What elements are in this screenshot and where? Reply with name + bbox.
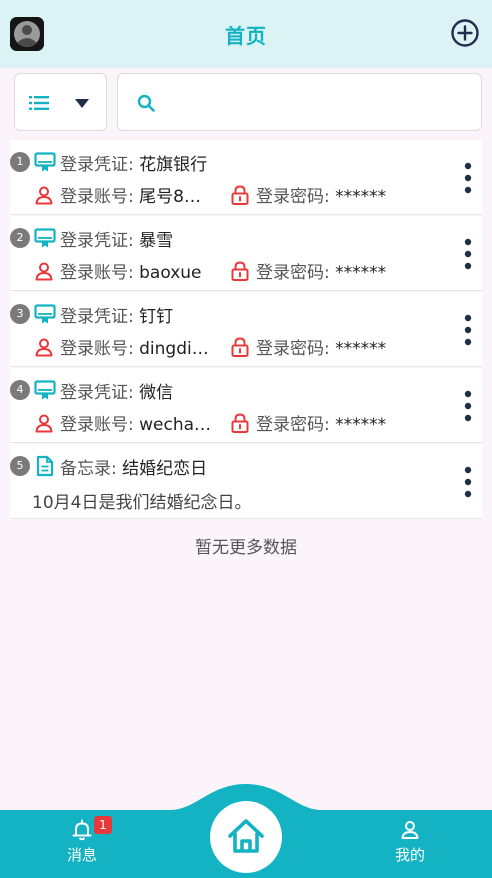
item-index-badge: 4 xyxy=(10,380,30,400)
item-name: 钉钉 xyxy=(139,307,174,327)
credential-card-icon xyxy=(34,228,56,248)
bottom-tab-bar: 1 消息 我的 xyxy=(0,780,492,878)
password-value: ****** xyxy=(335,187,387,207)
more-vertical-icon[interactable] xyxy=(462,466,474,498)
account-label: 登录账号: xyxy=(60,187,134,207)
account-value: 尾号8… xyxy=(139,187,201,207)
item-type-label: 登录凭证: xyxy=(60,155,134,175)
item-name: 花旗银行 xyxy=(139,155,208,175)
list-item[interactable]: 2 登录凭证: 暴雪 登录账号: baoxue 登录密码: ****** xyxy=(10,216,482,291)
user-icon xyxy=(35,414,53,433)
item-name: 暴雪 xyxy=(139,231,174,251)
user-icon xyxy=(35,338,53,357)
item-type-label: 登录凭证: xyxy=(60,383,134,403)
home-button[interactable] xyxy=(210,801,282,873)
account-value: wecha… xyxy=(139,415,212,435)
password-label: 登录密码: xyxy=(256,187,330,207)
item-index-badge: 1 xyxy=(10,152,30,172)
memo-document-icon xyxy=(36,455,54,477)
password-value: ****** xyxy=(335,339,387,359)
plus-circle-icon xyxy=(451,19,479,47)
memo-content: 10月4日是我们结婚纪念日。 xyxy=(32,493,252,513)
caret-down-icon xyxy=(75,99,89,108)
home-icon xyxy=(228,819,264,853)
user-profile-icon xyxy=(401,821,419,839)
lock-icon xyxy=(231,261,249,281)
credential-card-icon xyxy=(34,152,56,172)
item-type-label: 登录凭证: xyxy=(60,307,134,327)
search-bar[interactable] xyxy=(117,73,482,131)
tab-messages-label: 消息 xyxy=(66,846,97,864)
filter-dropdown[interactable] xyxy=(14,73,107,131)
more-vertical-icon[interactable] xyxy=(462,162,474,194)
more-vertical-icon[interactable] xyxy=(462,390,474,422)
message-count-badge: 1 xyxy=(94,816,112,834)
account-label: 登录账号: xyxy=(60,415,134,435)
page-title: 首页 xyxy=(225,24,267,48)
bell-icon xyxy=(72,819,92,841)
account-value: baoxue xyxy=(139,263,202,283)
list-icon xyxy=(29,96,49,110)
app-header: 首页 xyxy=(0,0,492,68)
credential-card-icon xyxy=(34,380,56,400)
lock-icon xyxy=(231,337,249,357)
user-icon xyxy=(35,262,53,281)
more-vertical-icon[interactable] xyxy=(462,314,474,346)
record-list: 1 登录凭证: 花旗银行 登录账号: 尾号8… 登录密码: ****** 2 登… xyxy=(10,140,482,520)
user-icon xyxy=(35,186,53,205)
account-value: dingdi… xyxy=(139,339,209,359)
list-item[interactable]: 1 登录凭证: 花旗银行 登录账号: 尾号8… 登录密码: ****** xyxy=(10,140,482,215)
no-more-data-text: 暂无更多数据 xyxy=(195,538,297,558)
item-type-label: 备忘录: xyxy=(60,459,117,479)
lock-icon xyxy=(231,185,249,205)
list-item[interactable]: 3 登录凭证: 钉钉 登录账号: dingdi… 登录密码: ****** xyxy=(10,292,482,367)
item-name: 微信 xyxy=(139,383,174,403)
credential-card-icon xyxy=(34,304,56,324)
account-label: 登录账号: xyxy=(60,263,134,283)
search-icon xyxy=(137,94,155,112)
item-index-badge: 5 xyxy=(10,456,30,476)
password-label: 登录密码: xyxy=(256,415,330,435)
password-label: 登录密码: xyxy=(256,339,330,359)
list-item[interactable]: 5 备忘录: 结婚纪恋日 10月4日是我们结婚纪念日。 xyxy=(10,444,482,519)
password-value: ****** xyxy=(335,263,387,283)
search-input[interactable] xyxy=(166,86,470,120)
password-label: 登录密码: xyxy=(256,263,330,283)
item-name: 结婚纪恋日 xyxy=(122,459,208,479)
password-value: ****** xyxy=(335,415,387,435)
add-button[interactable] xyxy=(450,18,480,48)
lock-icon xyxy=(231,413,249,433)
list-item[interactable]: 4 登录凭证: 微信 登录账号: wecha… 登录密码: ****** xyxy=(10,368,482,443)
tab-messages[interactable]: 1 消息 xyxy=(42,816,122,865)
more-vertical-icon[interactable] xyxy=(462,238,474,270)
item-index-badge: 3 xyxy=(10,304,30,324)
account-label: 登录账号: xyxy=(60,339,134,359)
item-type-label: 登录凭证: xyxy=(60,231,134,251)
tab-mine[interactable]: 我的 xyxy=(370,818,450,865)
item-index-badge: 2 xyxy=(10,228,30,248)
tab-mine-label: 我的 xyxy=(394,846,425,864)
